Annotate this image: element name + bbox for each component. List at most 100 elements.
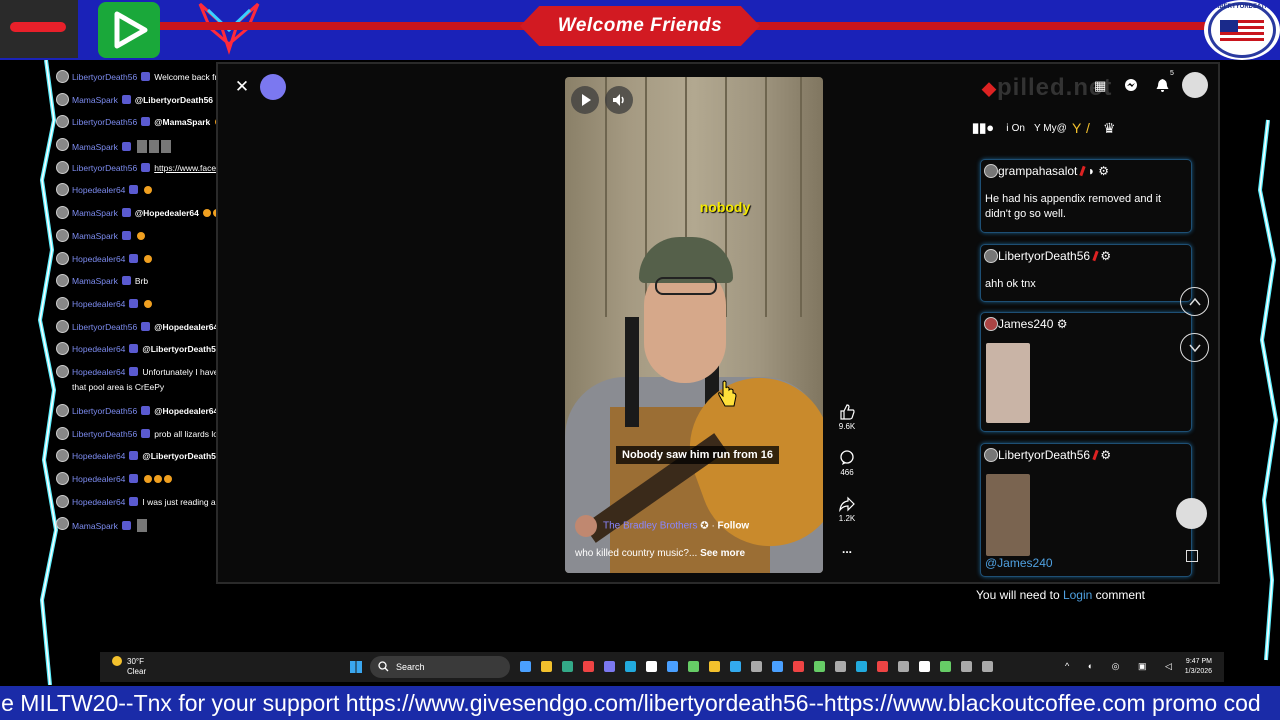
card-mention[interactable]: @James240 xyxy=(985,556,1053,570)
taskbar-app-icon[interactable] xyxy=(919,661,930,672)
taskbar-app-icon[interactable] xyxy=(898,661,909,672)
chat-mention[interactable]: @LibertyorDeath56 xyxy=(142,451,220,461)
avatar[interactable] xyxy=(56,494,69,508)
card-username[interactable]: LibertyorDeath56 xyxy=(998,448,1090,462)
avatar[interactable] xyxy=(56,342,69,356)
close-icon[interactable]: ✕ xyxy=(234,77,250,96)
comment-button[interactable]: 466 xyxy=(835,450,859,496)
chat-username[interactable]: MamaSpark xyxy=(72,231,118,241)
taskbar-app-icon[interactable] xyxy=(604,661,615,672)
my-mentions[interactable]: Y My@ xyxy=(1034,123,1067,134)
taskbar-app-icon[interactable] xyxy=(877,661,888,672)
chat-username[interactable]: MamaSpark xyxy=(72,95,118,105)
chat-username[interactable]: Hopedealer64 xyxy=(72,474,125,484)
compose-icon[interactable] xyxy=(1186,550,1198,562)
card-image[interactable] xyxy=(986,343,1030,423)
chat-username[interactable]: Hopedealer64 xyxy=(72,497,125,507)
avatar[interactable] xyxy=(984,164,998,178)
weather-widget[interactable]: 30°F Clear xyxy=(112,656,146,677)
image-thumbnail[interactable] xyxy=(136,519,147,533)
chat-username[interactable]: MamaSpark xyxy=(72,276,118,286)
chat-mention[interactable]: @MamaSpark xyxy=(154,117,210,127)
avatar[interactable] xyxy=(984,249,998,263)
feed-icon[interactable]: ▮▮● xyxy=(972,120,994,136)
taskbar-app-icon[interactable] xyxy=(982,661,993,672)
image-thumbnail[interactable] xyxy=(148,140,159,154)
image-thumbnail[interactable] xyxy=(136,140,147,154)
avatar[interactable] xyxy=(56,183,69,197)
bell-icon[interactable] xyxy=(1156,78,1169,92)
like-button[interactable]: 9.6K xyxy=(835,404,859,450)
card-image[interactable] xyxy=(986,474,1030,556)
card-username[interactable]: James240 xyxy=(998,317,1053,331)
feed-card[interactable]: grampahasalot ◗ ⚙ He had his appendix re… xyxy=(980,159,1192,233)
avatar[interactable] xyxy=(56,426,69,440)
card-username[interactable]: grampahasalot xyxy=(998,164,1077,178)
chat-username[interactable]: LibertyorDeath56 xyxy=(72,72,137,82)
chat-username[interactable]: LibertyorDeath56 xyxy=(72,163,137,173)
feed-card[interactable]: LibertyorDeath56 ⚙ ahh ok tnx xyxy=(980,244,1192,302)
taskbar-app-icon[interactable] xyxy=(814,661,825,672)
feed-card[interactable]: LibertyorDeath56 ⚙ @James240 xyxy=(980,443,1192,577)
chat-username[interactable]: LibertyorDeath56 xyxy=(72,429,137,439)
chat-mention[interactable]: @LibertyorDeath56 xyxy=(142,344,220,354)
taskbar-app-icon[interactable] xyxy=(961,661,972,672)
chat-mention[interactable]: @LibertyorDeath56 xyxy=(135,95,213,105)
clock[interactable]: 9:47 PM 1/3/2026 xyxy=(1140,657,1212,677)
avatar[interactable] xyxy=(984,448,998,462)
taskbar-app-icon[interactable] xyxy=(520,661,531,672)
avatar[interactable] xyxy=(56,449,69,463)
avatar[interactable] xyxy=(56,160,69,174)
user-avatar-floating[interactable] xyxy=(1176,498,1207,529)
image-thumbnail[interactable] xyxy=(160,140,171,154)
avatar[interactable] xyxy=(56,319,69,333)
play-button[interactable] xyxy=(571,86,599,114)
taskbar-app-icon[interactable] xyxy=(646,661,657,672)
card-username[interactable]: LibertyorDeath56 xyxy=(998,249,1090,263)
avatar[interactable] xyxy=(56,115,69,129)
profile-avatar[interactable] xyxy=(1182,72,1208,98)
avatar[interactable] xyxy=(56,296,69,310)
toggle-on[interactable]: ⅰ On xyxy=(1006,123,1025,134)
taskbar-app-icon[interactable] xyxy=(709,661,720,672)
chat-mention[interactable]: @Hopedealer64 xyxy=(154,406,218,416)
avatar[interactable] xyxy=(56,472,69,485)
share-button[interactable]: 1.2K xyxy=(835,496,859,542)
chat-username[interactable]: Hopedealer64 xyxy=(72,299,125,309)
avatar[interactable] xyxy=(56,364,69,378)
avatar[interactable] xyxy=(56,403,69,417)
author-avatar[interactable] xyxy=(575,515,597,537)
taskbar-app-icon[interactable] xyxy=(940,661,951,672)
taskbar-app-icon[interactable] xyxy=(667,661,678,672)
scroll-up-button[interactable] xyxy=(1180,287,1209,316)
chat-username[interactable]: Hopedealer64 xyxy=(72,185,125,195)
taskbar-app-icon[interactable] xyxy=(730,661,741,672)
taskbar-app-icon[interactable] xyxy=(751,661,762,672)
taskbar-app-icon[interactable] xyxy=(562,661,573,672)
chat-username[interactable]: LibertyorDeath56 xyxy=(72,117,137,127)
taskbar-app-icon[interactable] xyxy=(793,661,804,672)
see-more-link[interactable]: See more xyxy=(700,548,745,559)
avatar[interactable] xyxy=(56,138,69,152)
taskbar-app-icon[interactable] xyxy=(688,661,699,672)
chat-username[interactable]: LibertyorDeath56 xyxy=(72,322,137,332)
chat-username[interactable]: Hopedealer64 xyxy=(72,344,125,354)
taskbar-app-icon[interactable] xyxy=(772,661,783,672)
avatar[interactable] xyxy=(56,274,69,288)
chat-mention[interactable]: @Hopedealer64 xyxy=(135,208,199,218)
chat-mention[interactable]: @Hopedealer64 xyxy=(154,322,218,332)
reel-video[interactable]: nobody Nobody saw him run from 16 The Br… xyxy=(565,77,823,573)
filter-icon[interactable]: Y xyxy=(1072,120,1081,136)
messenger-icon[interactable] xyxy=(1124,78,1138,92)
chat-username[interactable]: MamaSpark xyxy=(72,521,118,531)
trophy-icon[interactable]: ♛ xyxy=(1103,120,1116,137)
author-name[interactable]: The Bradley Brothers xyxy=(603,521,698,532)
avatar[interactable] xyxy=(56,251,69,265)
taskbar-app-icon[interactable] xyxy=(835,661,846,672)
taskbar-search[interactable]: Search xyxy=(370,656,510,678)
avatar[interactable] xyxy=(984,317,998,331)
chat-username[interactable]: Hopedealer64 xyxy=(72,451,125,461)
chat-username[interactable]: Hopedealer64 xyxy=(72,367,125,377)
feed-card[interactable]: James240 ⚙ xyxy=(980,312,1192,432)
follow-button[interactable]: Follow xyxy=(718,521,750,532)
